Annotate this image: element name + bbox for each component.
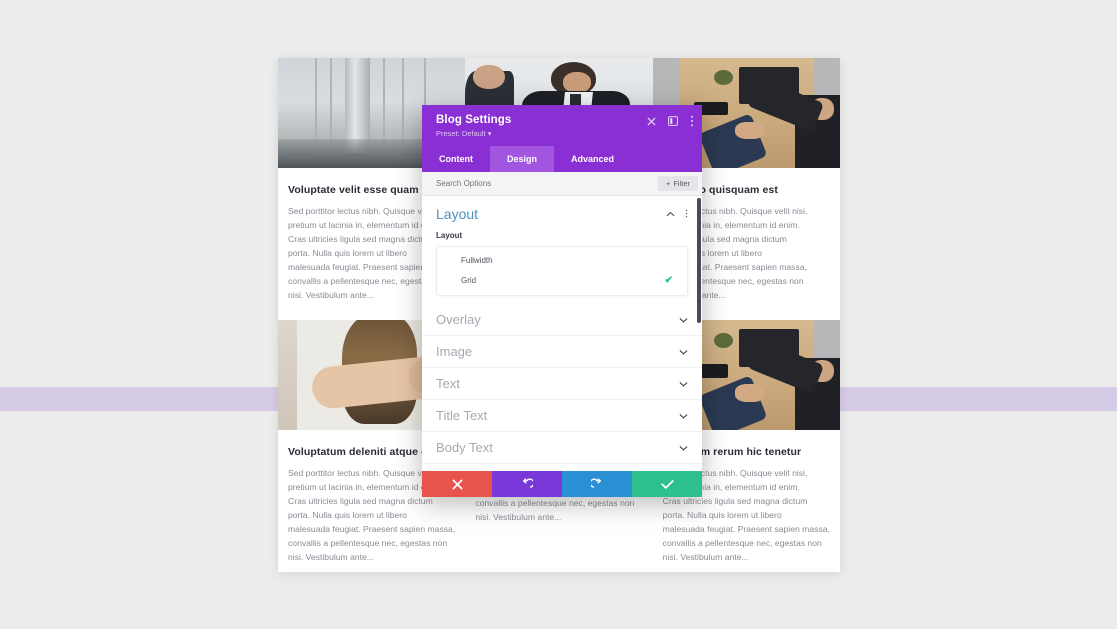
section-title: Title Text [436,408,488,423]
screenshot-stage: Voluptate velit esse quam Sed porttitor … [0,0,1117,629]
cancel-button[interactable] [422,471,492,497]
search-options-bar: + Filter [422,172,702,196]
chevron-down-icon [679,443,688,453]
tab-design[interactable]: Design [490,146,555,172]
blog-settings-modal: Blog Settings Preset: Default ▾ Content … [422,105,702,497]
modal-tab-bar: Content Design Advanced [422,146,702,172]
section-title-text[interactable]: Title Text [422,400,702,432]
redo-button[interactable] [562,471,632,497]
tab-advanced[interactable]: Advanced [554,146,631,172]
section-more-icon[interactable] [685,208,688,221]
option-label: Fullwidth [461,256,493,265]
modal-action-bar [422,471,702,497]
section-title: Image [436,344,473,359]
modal-header: Blog Settings Preset: Default ▾ [422,105,702,146]
option-label: Grid [461,276,477,285]
section-image[interactable]: Image [422,336,702,368]
section-body-text[interactable]: Body Text [422,432,702,464]
layout-section-tools [666,208,688,221]
chevron-up-icon[interactable] [666,209,675,219]
filter-label: Filter [673,179,690,188]
chevron-down-icon [679,379,688,389]
section-title: Text [436,376,460,391]
layout-section: Layout Layout Fullwidth Grid ✔ [422,196,702,296]
layout-options-list: Fullwidth Grid ✔ [436,246,688,296]
close-icon[interactable] [647,116,656,126]
more-options-icon[interactable] [690,115,694,127]
chevron-down-icon [679,315,688,325]
chevron-down-icon [679,347,688,357]
layout-field-label: Layout [436,231,463,240]
collapsed-section-list: Overlay Image Text Title Text Body Text [422,304,702,471]
tab-content[interactable]: Content [422,146,490,172]
section-text[interactable]: Text [422,368,702,400]
undo-button[interactable] [492,471,562,497]
modal-body: Layout Layout Fullwidth Grid ✔ Overlay I… [422,196,702,471]
modal-scrollbar[interactable] [697,198,701,323]
preset-selector[interactable]: Preset: Default ▾ [436,129,690,138]
option-grid[interactable]: Grid ✔ [437,270,687,291]
plus-icon: + [665,179,671,188]
option-check-icon: ✔ [664,275,673,286]
search-input[interactable] [436,179,658,188]
section-title: Body Text [436,440,493,455]
section-title: Overlay [436,312,481,327]
filter-button[interactable]: + Filter [657,176,698,191]
option-fullwidth[interactable]: Fullwidth [437,251,687,270]
layout-section-header[interactable]: Layout [436,206,688,222]
section-meta-text[interactable]: Meta Text [422,464,702,471]
layout-toggle-icon[interactable] [668,116,678,126]
header-icon-group [647,115,694,127]
layout-section-title: Layout [436,206,479,222]
chevron-down-icon [679,411,688,421]
save-button[interactable] [632,471,702,497]
section-overlay[interactable]: Overlay [422,304,702,336]
